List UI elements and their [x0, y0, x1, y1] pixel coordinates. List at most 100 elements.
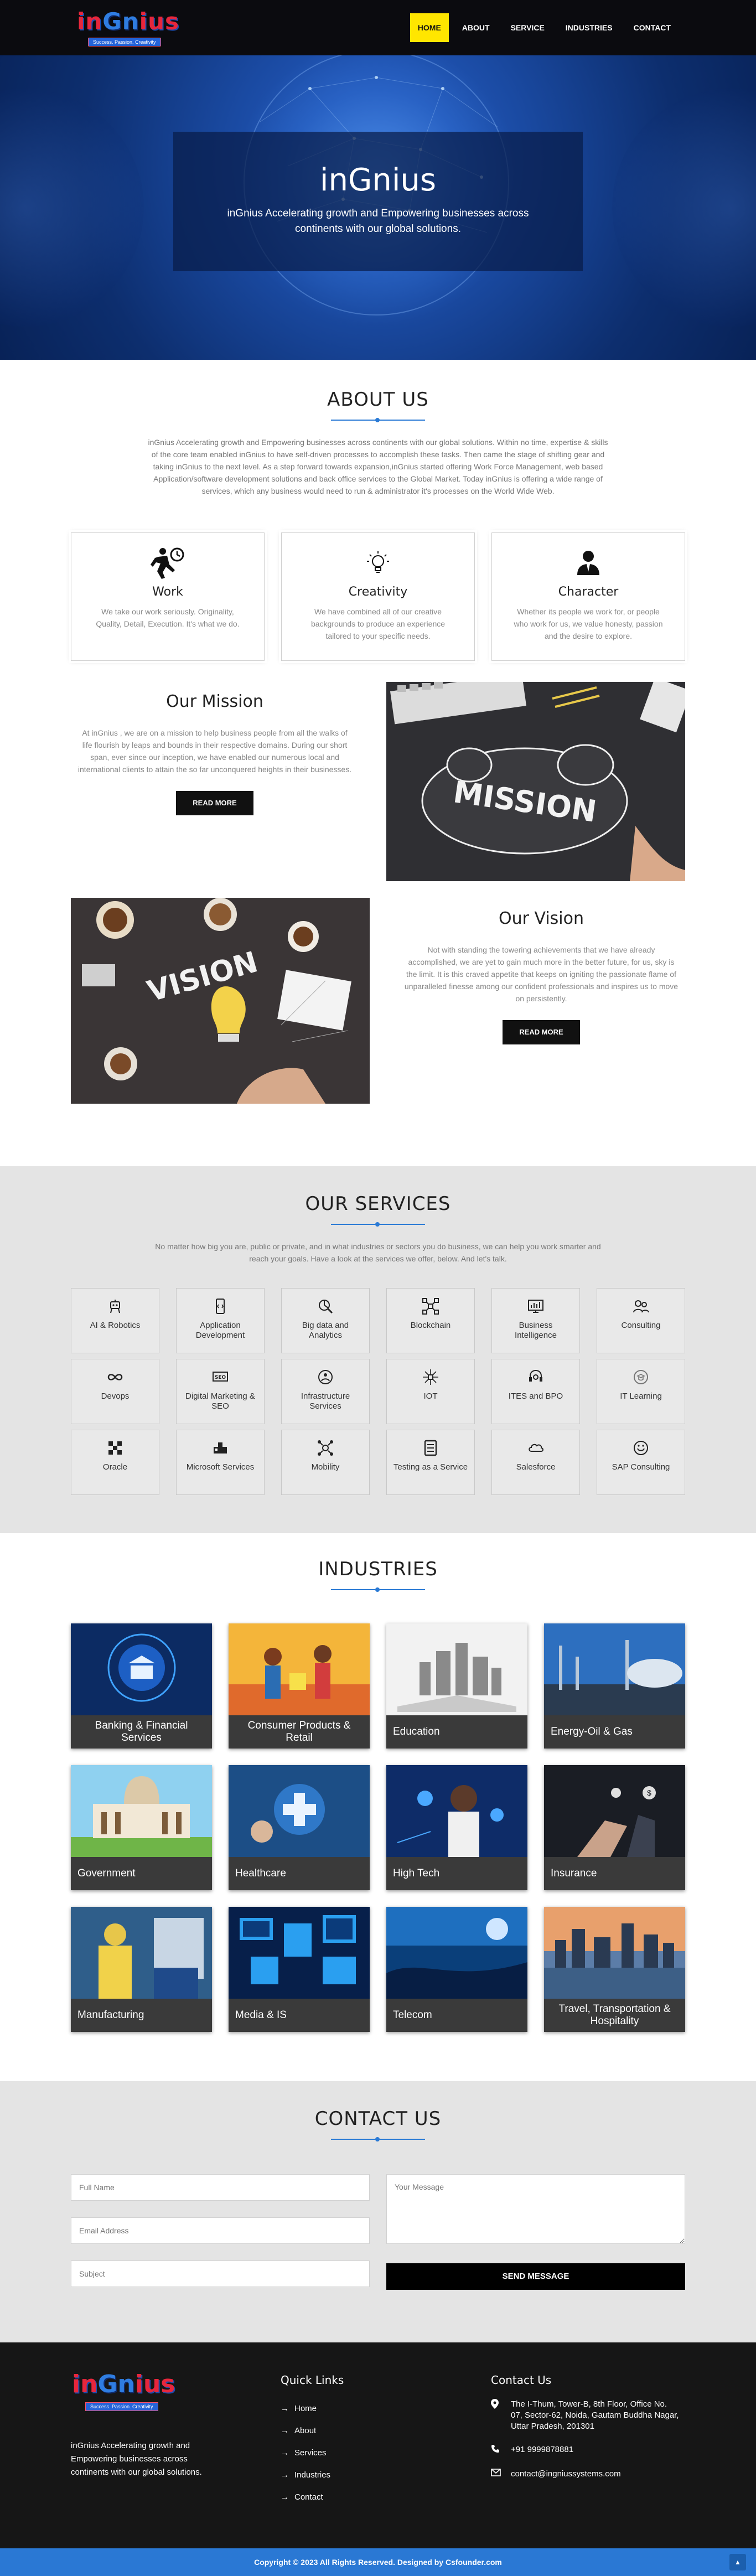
industry-image: [229, 1765, 370, 1857]
nav-industries[interactable]: INDUSTRIES: [558, 13, 620, 42]
svg-text:SEO: SEO: [215, 1375, 226, 1380]
logo-part-b: Gn: [102, 8, 139, 35]
vision-read-more-button[interactable]: READ MORE: [503, 1020, 580, 1044]
service-item[interactable]: Business Intelligence: [491, 1288, 580, 1353]
service-item[interactable]: Salesforce: [491, 1430, 580, 1495]
nav-about[interactable]: ABOUT: [454, 13, 498, 42]
logo-part-c: ius: [139, 8, 179, 35]
service-label: Big data and Analytics: [302, 1321, 349, 1340]
industry-card[interactable]: Healthcare: [229, 1765, 370, 1890]
phone-icon: [491, 2444, 511, 2456]
industry-card[interactable]: Government: [71, 1765, 212, 1890]
contact-section: CONTACT US SEND MESSAGE: [0, 2081, 756, 2342]
service-item[interactable]: SEO Digital Marketing & SEO: [176, 1359, 265, 1424]
map-marker-icon: [491, 2399, 511, 2432]
bi-dashboard-icon: [492, 1296, 579, 1316]
footer-email[interactable]: contact@ingniussystems.com: [491, 2469, 679, 2480]
mission-read-more-button[interactable]: READ MORE: [176, 791, 253, 815]
email-input[interactable]: [71, 2217, 370, 2244]
logo-part-a: in: [77, 8, 103, 35]
footer-phone[interactable]: +91 9999878881: [491, 2444, 679, 2456]
industries-title: INDUSTRIES: [318, 1558, 438, 1580]
sap-icon: [597, 1438, 685, 1458]
footer-link-about[interactable]: About: [281, 2420, 344, 2442]
service-item[interactable]: SAP Consulting: [597, 1430, 685, 1495]
card-title: Creativity: [348, 585, 408, 599]
chevron-up-icon: ▲: [734, 2558, 741, 2566]
services-grid: AI & Robotics Application Development Big …: [71, 1288, 685, 1495]
nav-home[interactable]: HOME: [410, 13, 449, 42]
card-character: Character Whether its people we work for…: [491, 532, 685, 661]
footer-link-services[interactable]: Services: [281, 2442, 344, 2464]
full-name-input[interactable]: [71, 2174, 370, 2201]
industry-label: Travel, Transportation & Hospitality: [544, 1999, 685, 2032]
hero-banner: inGnius inGnius Accelerating growth and …: [0, 55, 756, 360]
service-item[interactable]: Microsoft Services: [176, 1430, 265, 1495]
about-text: inGnius Accelerating growth and Empoweri…: [148, 438, 608, 495]
subject-input[interactable]: [71, 2261, 370, 2287]
lightbulb-icon: [282, 546, 474, 580]
industry-card[interactable]: Media & IS: [229, 1907, 370, 2032]
nav-contact[interactable]: CONTACT: [626, 13, 679, 42]
service-item[interactable]: IT Learning: [597, 1359, 685, 1424]
footer-link-contact[interactable]: Contact: [281, 2486, 344, 2508]
service-item[interactable]: Mobility: [281, 1430, 370, 1495]
oracle-icon: [71, 1438, 159, 1458]
industries-section: INDUSTRIES Banking & Financial Services C…: [0, 1533, 756, 2081]
contact-form: SEND MESSAGE: [71, 2174, 685, 2290]
message-textarea[interactable]: [386, 2174, 685, 2244]
contact-title: CONTACT US: [314, 2108, 442, 2130]
industry-card[interactable]: Manufacturing: [71, 1907, 212, 2032]
industry-card[interactable]: Travel, Transportation & Hospitality: [544, 1907, 685, 2032]
services-text: No matter how big you are, public or pri…: [155, 1242, 601, 1263]
service-item[interactable]: Application Development: [176, 1288, 265, 1353]
industry-image: [544, 1623, 685, 1715]
industry-card[interactable]: Consumer Products & Retail: [229, 1623, 370, 1749]
cloud-icon: [492, 1438, 579, 1458]
industry-image: [386, 1765, 527, 1857]
footer-logo-tagline: Success. Passion. Creativity: [85, 2402, 158, 2411]
service-label: IOT: [423, 1392, 438, 1401]
service-item[interactable]: Blockchain: [386, 1288, 475, 1353]
services-section: OUR SERVICES No matter how big you are, …: [0, 1166, 756, 1533]
service-label: Devops: [101, 1392, 130, 1401]
service-label: Digital Marketing & SEO: [185, 1392, 255, 1411]
industry-card[interactable]: Energy-Oil & Gas: [544, 1623, 685, 1749]
service-label: Business Intelligence: [515, 1321, 557, 1340]
industry-card[interactable]: Telecom: [386, 1907, 527, 2032]
service-label: SAP Consulting: [612, 1462, 670, 1472]
service-item[interactable]: Testing as a Service: [386, 1430, 475, 1495]
about-section: ABOUT US inGnius Accelerating growth and…: [0, 360, 756, 1166]
nav-service[interactable]: SERVICE: [503, 13, 552, 42]
service-item[interactable]: Big data and Analytics: [281, 1288, 370, 1353]
service-item[interactable]: Infrastructure Services: [281, 1359, 370, 1424]
footer-link-home[interactable]: Home: [281, 2398, 344, 2420]
seo-icon: SEO: [177, 1367, 264, 1387]
service-item[interactable]: AI & Robotics: [71, 1288, 159, 1353]
service-item[interactable]: Consulting: [597, 1288, 685, 1353]
footer-address: The I-Thum, Tower-B, 8th Floor, Office N…: [491, 2399, 679, 2432]
service-item[interactable]: Devops: [71, 1359, 159, 1424]
infinity-icon: [71, 1367, 159, 1387]
site-logo[interactable]: inGnius Success. Passion. Creativity: [77, 8, 185, 50]
footer-link-industries[interactable]: Industries: [281, 2464, 344, 2486]
card-title: Work: [152, 585, 183, 599]
envelope-icon: [491, 2469, 511, 2480]
industry-card[interactable]: Banking & Financial Services: [71, 1623, 212, 1749]
back-to-top-button[interactable]: ▲: [729, 2554, 746, 2570]
industry-card[interactable]: High Tech: [386, 1765, 527, 1890]
checklist-icon: [387, 1438, 474, 1458]
footer-quick-links: Quick Links Home About Services Industri…: [281, 2373, 344, 2508]
industry-label: Telecom: [386, 1999, 527, 2032]
industry-label: Education: [386, 1715, 527, 1749]
service-label: ITES and BPO: [508, 1392, 563, 1401]
industry-card[interactable]: $ Insurance: [544, 1765, 685, 1890]
send-message-button[interactable]: SEND MESSAGE: [386, 2263, 685, 2290]
industry-label: Consumer Products & Retail: [229, 1715, 370, 1749]
footer-logo[interactable]: inGnius Success. Passion. Creativity: [72, 2370, 175, 2411]
industry-card[interactable]: Education: [386, 1623, 527, 1749]
service-item[interactable]: IOT: [386, 1359, 475, 1424]
hero-title: inGnius: [319, 162, 437, 198]
service-item[interactable]: ITES and BPO: [491, 1359, 580, 1424]
service-item[interactable]: Oracle: [71, 1430, 159, 1495]
